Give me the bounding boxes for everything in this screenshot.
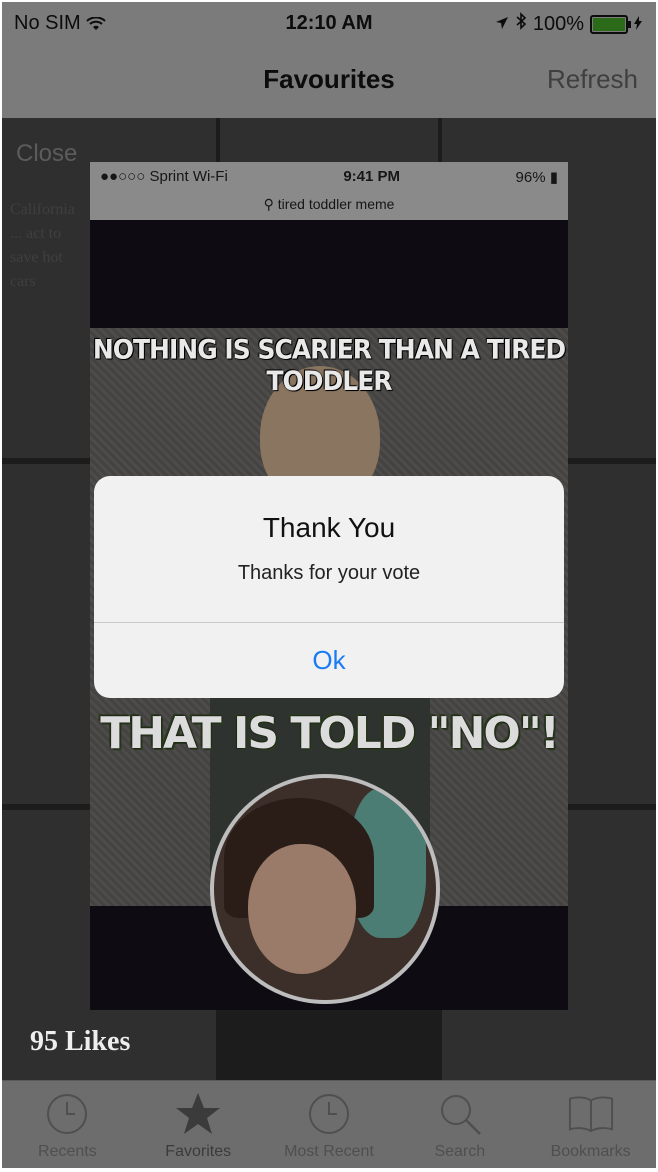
avatar-face <box>248 844 356 974</box>
battery-percent: 100% <box>532 12 584 35</box>
search-icon: ⚲ <box>263 196 274 212</box>
tab-label: Bookmarks <box>550 1143 631 1160</box>
meme-bottom-text: THAT IS TOLD "NO"! <box>100 708 560 759</box>
location-arrow-icon <box>495 13 509 36</box>
inner-status-bar: ●●○○○ Sprint Wi-Fi 9:41 PM 96% ▮ ⚲ tired… <box>90 162 568 220</box>
tab-favorites[interactable]: Favorites <box>133 1081 264 1168</box>
close-button[interactable]: Close <box>16 140 77 168</box>
tab-search[interactable]: Search <box>394 1081 525 1168</box>
battery-icon <box>590 14 631 34</box>
refresh-button[interactable]: Refresh <box>547 64 638 95</box>
ok-button[interactable]: Ok <box>94 622 564 698</box>
status-right: 100% <box>495 12 642 36</box>
likes-count: 95 Likes <box>30 1026 131 1057</box>
inner-battery: 96% ▮ <box>515 169 558 186</box>
star-icon <box>175 1091 221 1137</box>
charging-icon <box>634 13 642 36</box>
search-icon <box>437 1091 483 1137</box>
clock-icon <box>44 1091 90 1137</box>
inner-search-query: ⚲ tired toddler meme <box>90 196 568 213</box>
tab-label: Recents <box>38 1143 97 1160</box>
tab-label: Favorites <box>165 1143 232 1160</box>
status-bar: No SIM 12:10 AM 100% <box>2 2 656 46</box>
book-icon <box>568 1091 614 1137</box>
tab-recents[interactable]: Recents <box>2 1081 133 1168</box>
background-article-text: California ... act to save hot cars <box>10 201 75 290</box>
bluetooth-icon <box>515 12 527 36</box>
tab-bookmarks[interactable]: Bookmarks <box>525 1081 656 1168</box>
user-avatar[interactable] <box>210 774 440 1004</box>
navigation-bar: Favourites Refresh <box>2 46 656 119</box>
tab-bar: Recents Favorites Most Recent Search Boo… <box>2 1080 656 1168</box>
alert-message: Thanks for your vote <box>237 562 421 584</box>
alert-dialog: Thank You Thanks for your vote Ok <box>94 476 564 698</box>
screen: No SIM 12:10 AM 100% Favourites Refresh <box>2 2 656 1168</box>
inner-carrier: ●●○○○ Sprint Wi-Fi <box>100 168 228 185</box>
tab-label: Most Recent <box>284 1143 374 1160</box>
inner-time: 9:41 PM <box>343 168 401 185</box>
tab-most-recent[interactable]: Most Recent <box>264 1081 395 1168</box>
clock-icon <box>306 1091 352 1137</box>
alert-title: Thank You <box>262 512 396 543</box>
inner-status-row: ●●○○○ Sprint Wi-Fi 9:41 PM 96% ▮ <box>100 168 558 186</box>
meme-top-text: NOTHING IS SCARIER THAN A TIRED TODDLER <box>92 334 566 397</box>
inner-search-text: tired toddler meme <box>277 196 395 212</box>
inner-dark-area <box>90 220 568 328</box>
tab-label: Search <box>434 1143 486 1160</box>
